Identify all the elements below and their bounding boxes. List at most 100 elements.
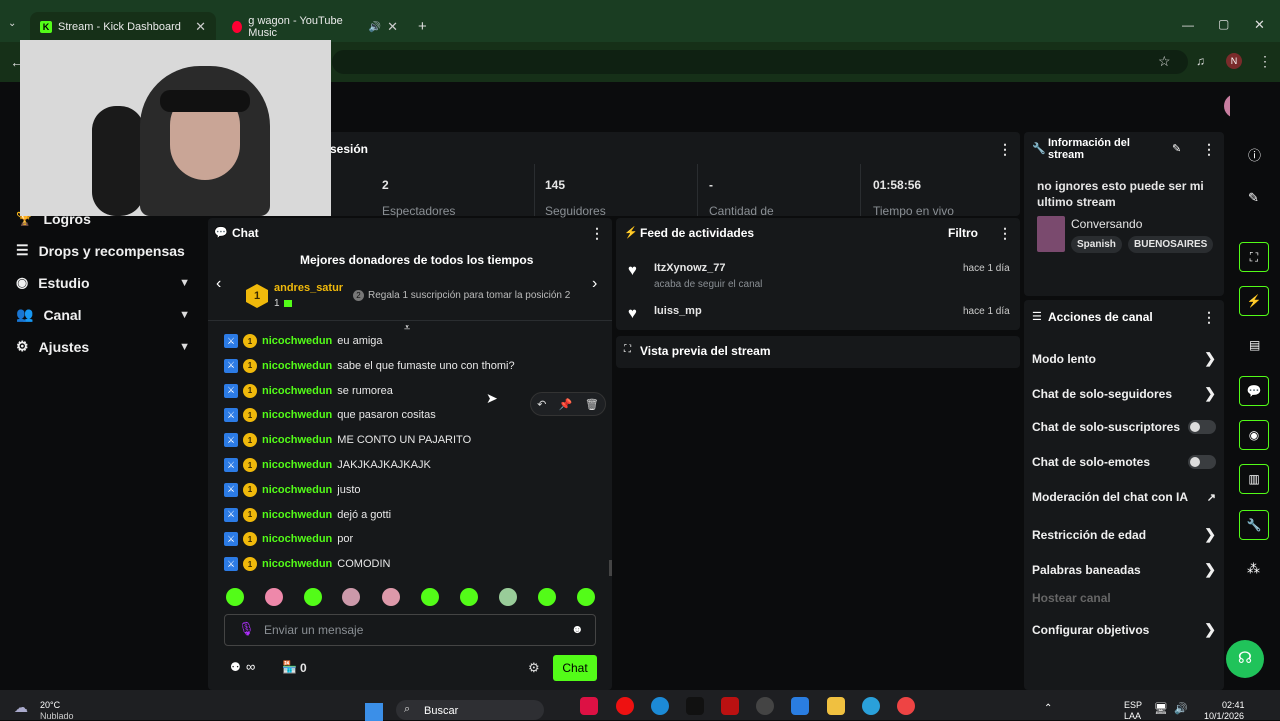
sidebar-item-estudio[interactable]: ◉ Estudio ▼ [16,274,190,291]
activity-user[interactable]: luiss_mp [654,305,702,317]
chat-username[interactable]: nicochwedun [262,459,332,471]
chat-username[interactable]: nicochwedun [262,484,332,496]
emote-icon[interactable] [421,588,439,606]
tab-kick-dashboard[interactable]: K Stream - Kick Dashboard ✕ [30,12,216,42]
speaker-icon[interactable]: 🔊 [369,22,381,33]
app-icon[interactable] [721,697,739,715]
filter-button[interactable]: Filtro [948,226,978,240]
new-tab-icon[interactable]: + [418,18,427,35]
edit-icon[interactable]: ✎ [1248,190,1259,206]
emote-icon[interactable] [342,588,360,606]
collapse-icon[interactable]: ⩡ [404,322,410,335]
store-icon[interactable]: 🏪 [282,660,297,674]
session-menu-icon[interactable]: ⋮ [998,141,1012,158]
chat-message[interactable]: ⚔ 1 nicochwedun COMODIN [224,555,390,573]
top-donor-name[interactable]: andres_satur [274,282,343,294]
chat-message[interactable]: ⚔ 1 nicochwedun ME CONTO UN PAJARITO [224,431,471,449]
channel-action-item[interactable]: Chat de solo-suscriptores [1032,420,1216,434]
chat-message[interactable]: ⚔ 1 nicochwedun que pasaron cositas [224,406,436,424]
emote-icon[interactable] [265,588,283,606]
emote-icon[interactable] [460,588,478,606]
bookmark-star-icon[interactable]: ☆ [1158,53,1171,70]
channel-action-item[interactable]: Moderación del chat con IA ↗ [1032,490,1216,504]
emote-icon[interactable] [499,588,517,606]
chat-settings-icon[interactable]: ⚙ [528,660,540,676]
chat-message[interactable]: ⚔ 1 nicochwedun por [224,530,353,548]
info-icon[interactable]: ⓘ [1248,145,1261,164]
taskbar-search[interactable] [396,700,544,720]
toggle-switch[interactable] [1188,420,1216,434]
tab-list-dropdown-icon[interactable]: ⌄ [8,18,16,29]
close-tab-icon[interactable]: ✕ [195,19,206,35]
profile-avatar[interactable]: N [1226,53,1242,69]
emoji-icon[interactable]: ☻ [571,622,584,636]
maximize-icon[interactable]: ▢ [1218,17,1229,31]
lang-indicator[interactable]: ESP [1124,700,1142,710]
emote-icon[interactable] [304,588,322,606]
close-window-icon[interactable]: ✕ [1254,17,1265,33]
volume-icon[interactable]: 🔊 [1174,702,1188,715]
rail-wrench-icon[interactable]: 🔧 [1239,510,1269,540]
windows-start-icon[interactable] [365,703,383,721]
channel-action-item[interactable]: Palabras baneadas ❯ [1032,561,1216,578]
chat-message[interactable]: ⚔ 1 nicochwedun dejó a gotti [224,506,391,524]
chat-message[interactable]: ⚔ 1 nicochwedun sabe el que fumaste uno con… [224,357,515,375]
tiktok-icon[interactable] [686,697,704,715]
pin-icon[interactable]: 📌 [559,398,573,411]
donors-next-icon[interactable]: › [592,275,597,293]
chat-scrollbar[interactable] [609,560,612,576]
minimize-icon[interactable]: — [1182,18,1194,32]
emote-icon[interactable] [226,588,244,606]
copilot-icon[interactable] [580,697,598,715]
channel-action-item[interactable]: Restricción de edad ❯ [1032,526,1216,543]
emote-icon[interactable] [382,588,400,606]
tag-badge[interactable]: Spanish [1071,236,1122,253]
network-icon[interactable]: 🖥 [1154,702,1168,715]
chat-username[interactable]: nicochwedun [262,385,332,397]
rail-broadcast-icon[interactable]: ◉ [1239,420,1269,450]
sidebar-item-ajustes[interactable]: ⚙ Ajustes ▼ [16,338,190,355]
file-explorer-icon[interactable] [827,697,845,715]
edit-icon[interactable]: ✎ [1172,142,1181,155]
channel-action-item[interactable]: Configurar objetivos ❯ [1032,621,1216,638]
tag-badge[interactable]: BUENOSAIRES [1128,236,1214,253]
microphone-icon[interactable]: 🎙 [238,621,255,637]
clock-time[interactable]: 02:41 [1222,700,1245,710]
telegram-icon[interactable] [862,697,880,715]
category-name[interactable]: Conversando [1071,217,1142,231]
chrome-icon[interactable] [897,697,915,715]
channel-action-item[interactable]: Chat de solo-emotes [1032,455,1216,469]
chat-menu-icon[interactable]: ⋮ [590,225,604,242]
media-control-icon[interactable]: ♫ [1196,54,1205,68]
chat-username[interactable]: nicochwedun [262,533,332,545]
emote-icon[interactable] [538,588,556,606]
rail-layout-icon[interactable]: ▥ [1239,464,1269,494]
browser-menu-icon[interactable]: ⋮ [1258,53,1272,70]
chat-username[interactable]: nicochwedun [262,335,332,347]
store-icon[interactable] [791,697,809,715]
toggle-switch[interactable] [1188,455,1216,469]
edge-icon[interactable] [651,697,669,715]
chat-username[interactable]: nicochwedun [262,434,332,446]
channel-actions-menu-icon[interactable]: ⋮ [1202,309,1216,326]
chat-message[interactable]: ⚔ 1 nicochwedun se rumorea [224,382,393,400]
rail-document-icon[interactable]: ▤ [1249,338,1260,352]
reply-icon[interactable]: ↶ [537,398,546,411]
channel-action-item[interactable]: Modo lento ❯ [1032,350,1216,367]
channel-action-item[interactable]: Chat de solo-seguidores ❯ [1032,385,1216,402]
activity-menu-icon[interactable]: ⋮ [998,225,1012,242]
rail-chat-icon[interactable]: 💬 [1239,376,1269,406]
sidebar-item-canal[interactable]: 👥 Canal ▼ [16,306,190,323]
app-icon[interactable] [756,697,774,715]
chat-message[interactable]: ⚔ 1 nicochwedun eu amiga [224,332,383,350]
close-tab-icon[interactable]: ✕ [387,19,398,35]
tray-chevron-icon[interactable]: ⌃ [1044,703,1052,714]
sidebar-item-drops[interactable]: ☰ Drops y recompensas [16,242,190,259]
chat-username[interactable]: nicochwedun [262,360,332,372]
emote-icon[interactable] [577,588,595,606]
rail-preview-icon[interactable]: ⛶ [1239,242,1269,272]
address-bar[interactable] [332,50,1188,74]
stream-info-menu-icon[interactable]: ⋮ [1202,141,1216,158]
tab-youtube-music[interactable]: g wagon - YouTube Music 🔊 ✕ [222,12,408,42]
support-headset-button[interactable]: ☊ [1226,640,1264,678]
